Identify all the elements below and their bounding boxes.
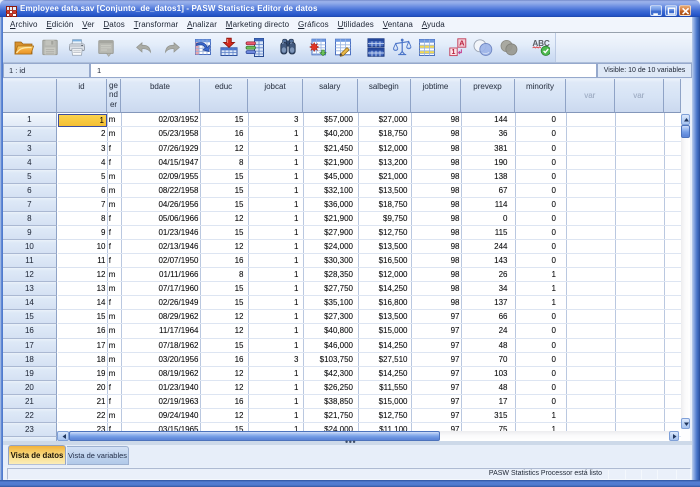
svg-text:1: 1 (452, 49, 456, 56)
svg-text:A: A (459, 39, 465, 48)
